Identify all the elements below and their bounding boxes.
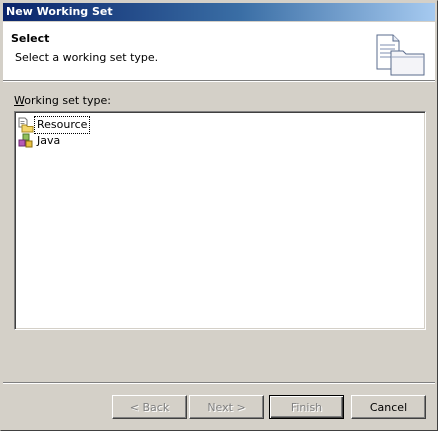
- title-bar[interactable]: New Working Set: [3, 3, 435, 21]
- working-set-type-list[interactable]: Resource Java: [14, 111, 426, 330]
- page-title: Select: [11, 32, 50, 45]
- header-separator: [3, 80, 435, 82]
- finish-button[interactable]: Finish: [269, 395, 344, 419]
- java-package-icon: [18, 133, 33, 148]
- button-bar-separator: [3, 382, 435, 384]
- back-button[interactable]: < Back: [112, 395, 187, 419]
- working-set-type-label: Working set type:: [14, 94, 111, 107]
- cancel-button-label: Cancel: [369, 400, 408, 414]
- dialog-window: New Working Set Select Select a working …: [0, 0, 438, 431]
- next-button-label: Next >: [207, 400, 246, 414]
- wizard-header: Select Select a working set type.: [3, 22, 435, 80]
- next-button[interactable]: Next >: [189, 395, 264, 419]
- working-set-wizard-icon: [376, 34, 425, 76]
- list-item-label: Resource: [33, 116, 91, 134]
- list-item-resource[interactable]: Resource: [18, 116, 91, 134]
- finish-button-label: Finish: [290, 400, 323, 414]
- page-description: Select a working set type.: [15, 51, 159, 64]
- list-item-java[interactable]: Java: [18, 133, 62, 149]
- cancel-button[interactable]: Cancel: [351, 395, 426, 419]
- label-text: orking set type:: [24, 94, 111, 107]
- back-button-label: < Back: [129, 400, 170, 414]
- resource-folder-icon: [18, 117, 34, 133]
- list-item-label: Java: [37, 134, 61, 147]
- label-mnemonic: W: [14, 94, 25, 107]
- window-title: New Working Set: [6, 5, 113, 18]
